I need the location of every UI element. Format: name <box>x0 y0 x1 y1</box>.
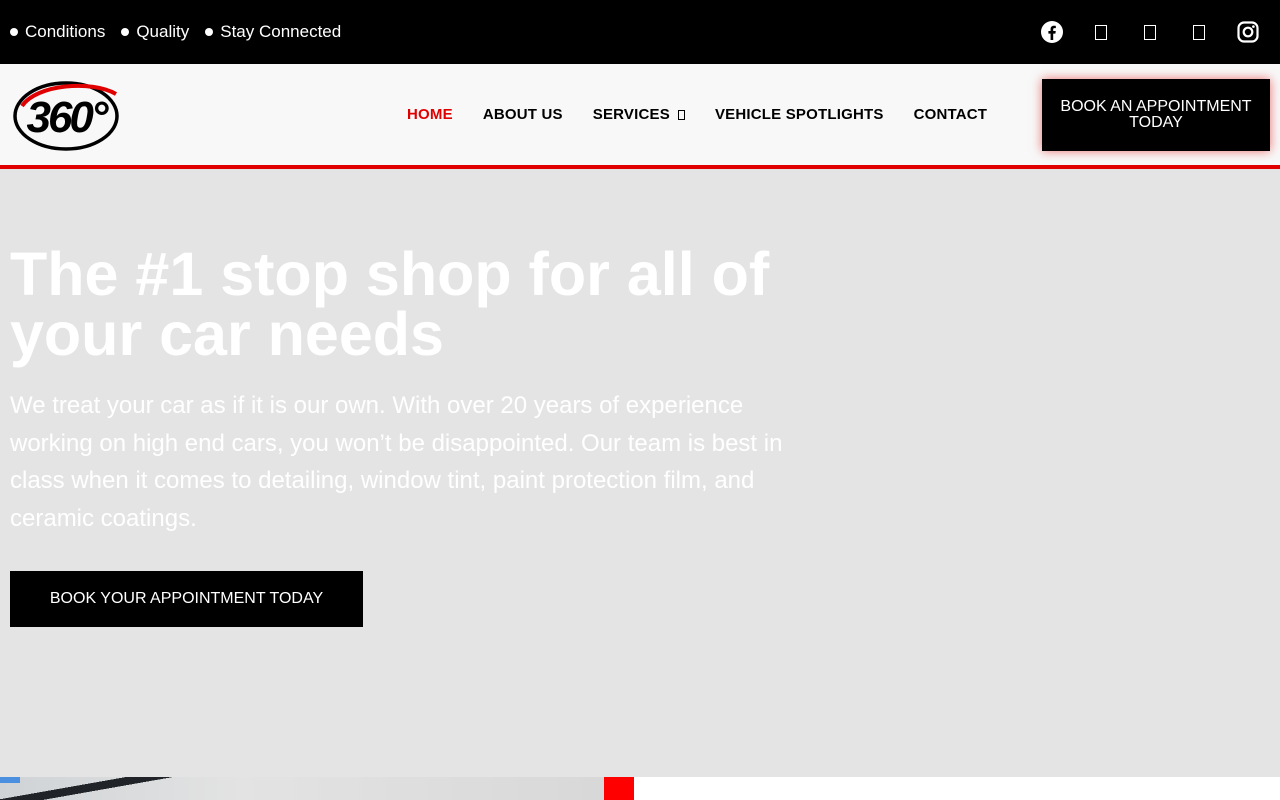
chevron-down-icon <box>677 109 685 120</box>
nav-services-label: SERVICES <box>592 106 670 123</box>
instagram-icon[interactable] <box>1236 20 1260 44</box>
main-nav: HOME ABOUT US SERVICES VEHICLE SPOTLIGHT… <box>392 64 1002 165</box>
topbar-link-conditions[interactable]: Conditions <box>10 22 105 42</box>
car-image <box>0 777 604 800</box>
hero-title: The #1 stop shop for all of your car nee… <box>10 240 770 368</box>
nav-about-us[interactable]: ABOUT US <box>468 106 578 123</box>
topbar-links: Conditions Quality Stay Connected <box>10 0 357 64</box>
topbar-link-label: Quality <box>136 22 190 41</box>
next-section-preview <box>0 777 1280 800</box>
top-bar: Conditions Quality Stay Connected <box>0 0 1280 64</box>
bullet-icon <box>10 28 18 36</box>
logo-text: 360° <box>26 93 108 142</box>
social-icon-2[interactable] <box>1089 20 1113 44</box>
book-your-appointment-button[interactable]: BOOK YOUR APPOINTMENT TODAY <box>10 571 363 627</box>
logo[interactable]: 360° <box>12 78 124 154</box>
topbar-link-label: Stay Connected <box>220 22 342 41</box>
hero-description: We treat your car as if it is our own. W… <box>10 392 783 532</box>
nav-vehicle-spotlights[interactable]: VEHICLE SPOTLIGHTS <box>700 106 899 123</box>
nav-home[interactable]: HOME <box>392 106 468 123</box>
topbar-link-stay-connected[interactable]: Stay Connected <box>205 22 341 42</box>
social-links <box>1015 0 1260 64</box>
bullet-icon <box>121 28 130 36</box>
nav-services[interactable]: SERVICES <box>578 106 700 123</box>
social-icon-4[interactable] <box>1187 20 1211 44</box>
topbar-link-quality[interactable]: Quality <box>121 22 189 42</box>
social-icon-3[interactable] <box>1138 20 1162 44</box>
book-appointment-button[interactable]: BOOK AN APPOINTMENT TODAY <box>1042 79 1270 151</box>
bullet-icon <box>205 28 214 36</box>
hero-section: The #1 stop shop for all of your car nee… <box>0 169 1280 777</box>
red-accent-block <box>604 777 634 800</box>
nav-contact[interactable]: CONTACT <box>899 106 1003 123</box>
site-header: 360° HOME ABOUT US SERVICES VEHICLE SPOT… <box>0 64 1280 165</box>
facebook-icon[interactable] <box>1040 20 1064 44</box>
topbar-link-label: Conditions <box>25 22 106 41</box>
